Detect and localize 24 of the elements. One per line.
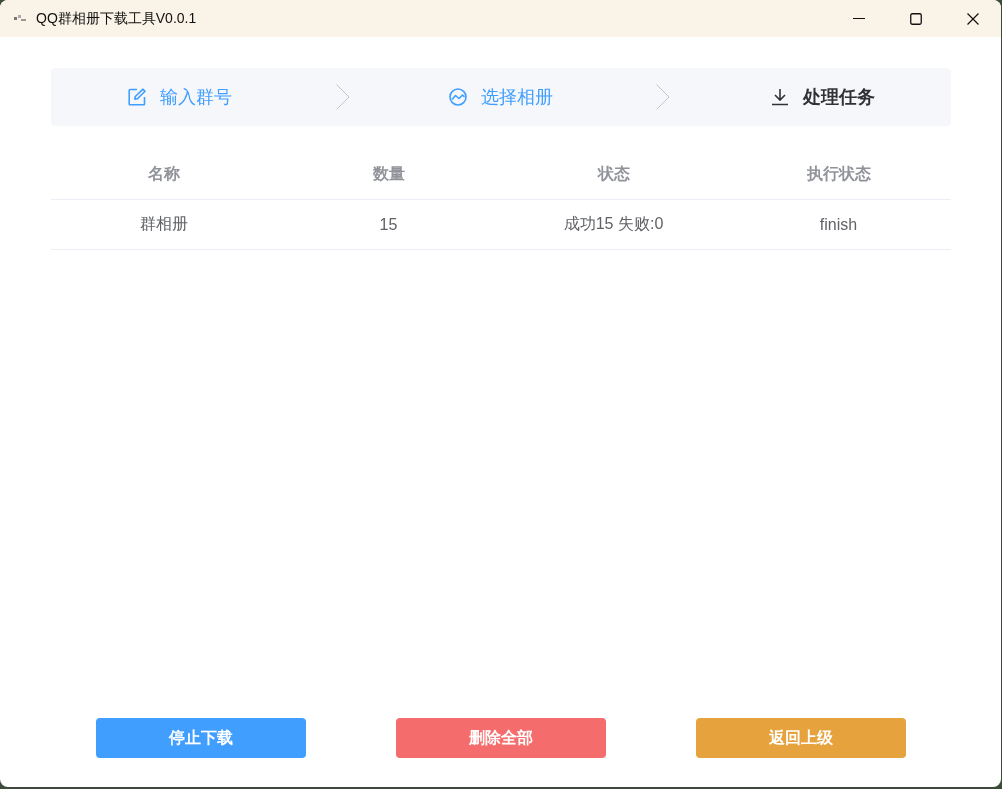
download-icon — [771, 88, 789, 106]
column-header: 数量 — [372, 164, 405, 184]
step-label: 处理任务 — [803, 86, 875, 109]
minimize-icon — [852, 18, 865, 19]
edit-icon — [128, 88, 146, 106]
app-icon — [14, 14, 26, 23]
table-cell: finish — [819, 215, 858, 234]
column-header: 名称 — [147, 164, 180, 184]
chevron-icon — [656, 84, 670, 110]
table-cell-text: 成功15 失败:0 — [563, 214, 664, 234]
window-title: QQ群相册下载工具V0.0.1 — [36, 9, 197, 28]
action-button[interactable]: 返回上级 — [696, 718, 906, 758]
chart-circle-icon — [449, 88, 467, 106]
step-label: 输入群号 — [160, 86, 232, 109]
column-header: 状态 — [597, 164, 630, 184]
chevron-icon — [336, 84, 350, 110]
maximize-icon — [909, 12, 922, 25]
table-cell: 15 — [379, 215, 398, 234]
close-icon — [966, 12, 979, 25]
column-header: 执行状态 — [806, 164, 871, 184]
step-label: 选择相册 — [481, 86, 553, 109]
action-button[interactable]: 删除全部 — [396, 718, 606, 758]
table-cell-text: 群相册 — [139, 214, 188, 234]
action-button[interactable]: 停止下载 — [96, 718, 306, 758]
